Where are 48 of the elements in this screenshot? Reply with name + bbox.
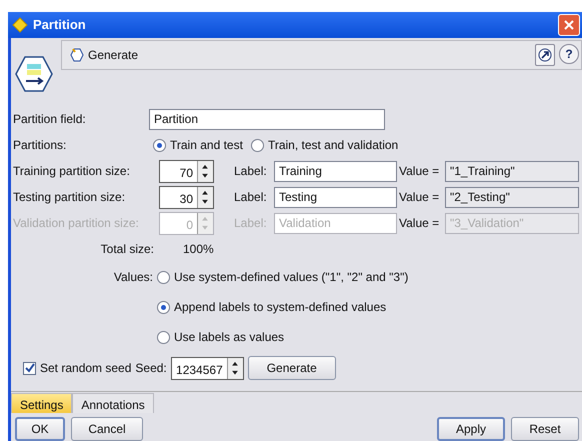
spin-field[interactable]: 30 [159, 186, 214, 208]
field-label: Value = [398, 163, 440, 180]
value-field: "1_Training" [445, 160, 579, 182]
tab[interactable]: Annotations [72, 393, 154, 413]
field-label: Validation partition size: [12, 215, 140, 232]
spin-field[interactable]: 1234567 [170, 356, 244, 380]
arrow-icon [538, 48, 552, 62]
partition-field-input[interactable]: Partition [149, 108, 385, 130]
radio-option[interactable]: Train, test and validation [250, 136, 398, 154]
field-label: Label: [234, 215, 268, 232]
value-field: "2_Testing" [445, 186, 579, 208]
field-label: Label: [234, 189, 268, 206]
generate-button[interactable]: Generate [248, 356, 336, 380]
close-icon [563, 19, 575, 31]
spin-field[interactable]: 70 [159, 160, 214, 182]
tab[interactable]: Settings [11, 393, 72, 413]
generate-icon [70, 48, 84, 62]
radio-option[interactable]: Append labels to system-defined values [157, 298, 386, 316]
launch-button[interactable] [535, 44, 555, 66]
window-title: Partition [33, 16, 86, 34]
partition-node-icon [15, 56, 53, 92]
dialog-button[interactable]: Apply [437, 417, 505, 441]
field-label: Testing partition size: [12, 189, 126, 206]
field-label: Value = [398, 189, 440, 206]
value-field: "3_Validation" [445, 212, 579, 234]
total-value: 100% [183, 241, 214, 258]
field-label: Value = [398, 215, 440, 232]
field-label: Seed: [135, 360, 167, 377]
field-label: Total size: [100, 241, 154, 258]
label-input[interactable]: Testing [274, 186, 397, 208]
field-label: Training partition size: [12, 163, 131, 180]
label-input[interactable]: Training [274, 160, 397, 182]
radio-option[interactable]: Use labels as values [157, 328, 284, 346]
dialog-button[interactable]: Reset [511, 417, 579, 441]
radio-option[interactable]: Train and test [153, 136, 243, 154]
field-label: Partitions: [12, 137, 68, 154]
field-label: Label: [234, 163, 268, 180]
check-icon [24, 363, 34, 373]
radio-option[interactable]: Use system-defined values ("1", "2" and "3") [157, 268, 408, 286]
seed-checkbox[interactable]: Set random seed [23, 359, 132, 377]
dialog-button[interactable]: Cancel [71, 417, 143, 441]
field-label: Partition field: [12, 111, 87, 128]
diamond-icon [12, 17, 28, 33]
generate-menu[interactable]: Generate [88, 46, 138, 64]
dialog-button[interactable]: OK [15, 417, 65, 441]
help-button[interactable]: ? [559, 44, 579, 64]
field-label: Values: [112, 269, 154, 286]
close-button[interactable] [558, 14, 580, 36]
